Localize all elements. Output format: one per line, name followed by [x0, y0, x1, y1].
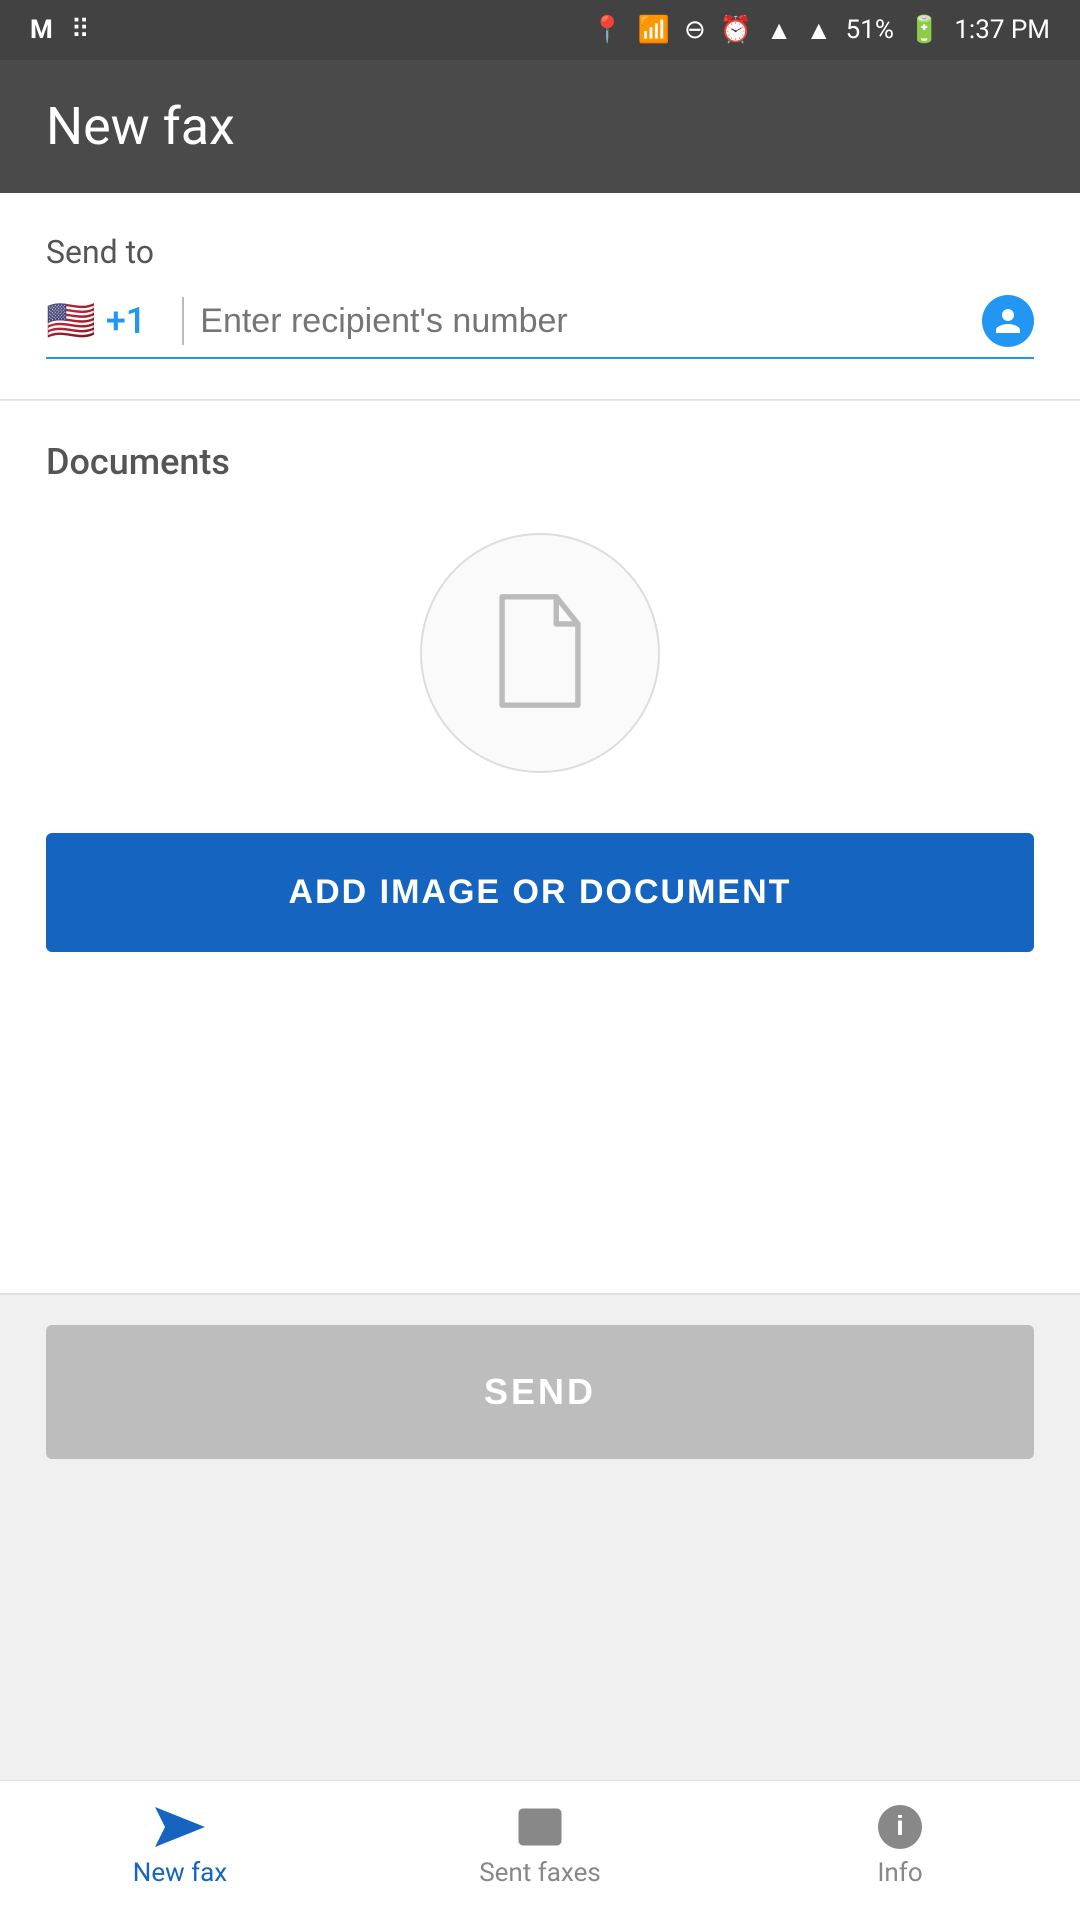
tab-info[interactable]: i Info	[720, 1804, 1080, 1888]
send-to-section: Send to 🇺🇸 +1	[0, 193, 1080, 379]
send-to-label: Send to	[46, 233, 1034, 271]
sent-faxes-icon	[512, 1804, 568, 1850]
location-icon: 📍	[591, 15, 623, 45]
tab-new-fax-label: New fax	[133, 1858, 227, 1888]
gray-spacer	[0, 1479, 1080, 1780]
page-title: New fax	[46, 96, 235, 157]
tab-new-fax[interactable]: New fax	[0, 1804, 360, 1888]
battery-icon: 🔋	[908, 15, 940, 45]
tab-sent-faxes-label: Sent faxes	[479, 1858, 601, 1888]
tab-info-label: Info	[877, 1858, 922, 1888]
contact-icon	[993, 306, 1023, 336]
send-button[interactable]: SEND	[46, 1325, 1034, 1459]
info-icon: i	[872, 1804, 928, 1850]
app-header: New fax	[0, 60, 1080, 193]
minus-icon: ⊖	[684, 15, 706, 45]
alarm-icon: ⏰	[720, 15, 752, 45]
documents-section: Documents ADD IMAGE OR DOCUMENT	[0, 401, 1080, 1293]
divider	[182, 297, 184, 345]
flag-icon: 🇺🇸	[46, 301, 96, 341]
new-fax-icon	[152, 1804, 208, 1850]
gmail-icon: M	[30, 15, 53, 45]
country-selector[interactable]: 🇺🇸 +1	[46, 300, 166, 342]
wifi-icon: ▲	[766, 15, 792, 46]
tab-sent-faxes[interactable]: Sent faxes	[360, 1804, 720, 1888]
status-bar-left: M ⠿	[30, 15, 90, 45]
status-bar-right: 📍 📶 ⊖ ⏰ ▲ ▲ 51% 🔋 1:37 PM	[591, 15, 1050, 46]
recipient-row: 🇺🇸 +1	[46, 295, 1034, 359]
bluetooth-icon: 📶	[638, 15, 670, 45]
send-area: SEND	[0, 1295, 1080, 1479]
battery-percent: 51%	[846, 15, 894, 45]
document-placeholder	[46, 533, 1034, 773]
bottom-navigation: New fax Sent faxes i Info	[0, 1780, 1080, 1920]
status-bar: M ⠿ 📍 📶 ⊖ ⏰ ▲ ▲ 51% 🔋 1:37 PM	[0, 0, 1080, 60]
doc-circle	[420, 533, 660, 773]
clock: 1:37 PM	[954, 15, 1050, 45]
contact-picker-button[interactable]	[982, 295, 1034, 347]
document-icon	[485, 586, 595, 720]
main-content: Send to 🇺🇸 +1 Documents	[0, 193, 1080, 1293]
signal-icon: ▲	[806, 15, 832, 46]
svg-text:i: i	[896, 1810, 904, 1841]
documents-label: Documents	[46, 441, 1034, 483]
recipient-number-input[interactable]	[200, 298, 982, 345]
add-document-button[interactable]: ADD IMAGE OR DOCUMENT	[46, 833, 1034, 952]
grid-icon: ⠿	[71, 15, 90, 45]
country-code: +1	[106, 300, 146, 342]
